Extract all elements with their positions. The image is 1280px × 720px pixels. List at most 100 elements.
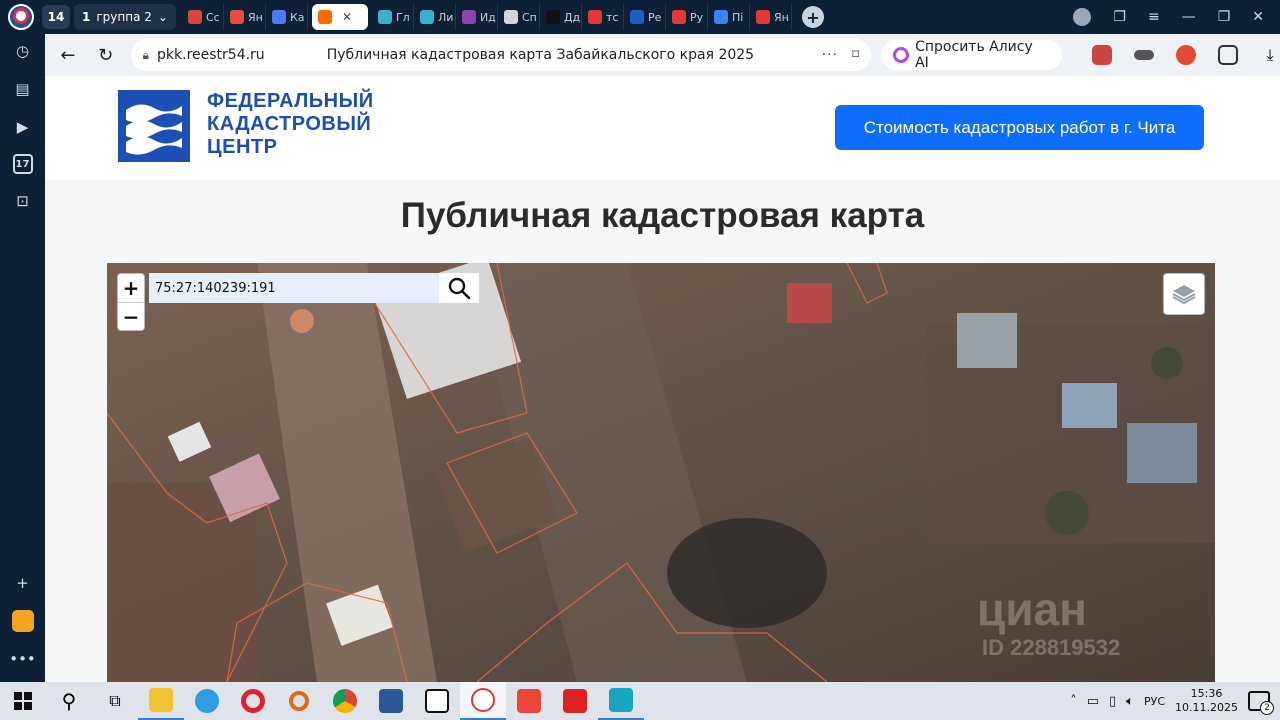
7zip-button[interactable] [414,682,460,720]
page-title-in-address: Публичная кадастровая карта Забайкальско… [326,47,755,63]
edge-icon [195,689,219,713]
word-icon [379,689,403,713]
browser-tab[interactable]: Ян [224,4,266,30]
chrome-button[interactable] [322,682,368,720]
tab-group-label: группа 2 [96,10,152,24]
ask-alice-label: Спросить Алису AI [915,39,1033,71]
calendar-icon[interactable]: 17 [12,154,33,174]
tab-group-number: 1 [82,10,91,24]
more-icon[interactable]: ••• [9,648,36,670]
window-controls: ❐ ≡ — ❐ ✕ [1073,8,1280,26]
minimize-icon[interactable]: — [1182,9,1196,25]
logo-line: КАДАСТРОВЫЙ [207,113,372,135]
paint-app-button[interactable] [598,682,644,720]
browser-tab[interactable]: Ру [666,4,708,30]
network-icon[interactable]: ▭ [1087,694,1099,709]
language-indicator[interactable]: РУС [1144,695,1165,708]
battery-icon[interactable]: ▯ [1109,694,1116,709]
address-bar: ← ↻ 🔒︎ pkk.reestr54.ru Публичная кадастр… [45,34,1280,76]
pdf-icon [563,689,587,713]
clock-date: 10.11.2025 [1175,701,1238,714]
browser-profile-icon[interactable] [8,4,34,30]
menu-icon[interactable]: ≡ [1148,9,1160,25]
windows-taskbar: ⚲ ⧉ ˄ ▭ ▯ 🔈︎ РУС 15:36 10.11.2025 2 [0,682,1280,720]
cadastral-map[interactable]: циан ID 228819532 + − [107,263,1215,682]
extension-icon[interactable] [1092,45,1112,65]
favicon-icon [187,10,202,24]
close-window-icon[interactable]: ✕ [1252,9,1264,25]
browser-tab[interactable]: ✕ [311,4,368,30]
bookmark-icon[interactable]: ⌑ [852,47,859,63]
more-icon[interactable]: ··· [822,47,838,63]
browser-tab-label: Ян [773,10,789,24]
browser-tab[interactable]: Ид [456,4,498,30]
browser-tab[interactable]: Ре [624,4,666,30]
browser-tab[interactable]: Ли [414,4,456,30]
notification-count: 2 [1260,701,1274,715]
browser-tab[interactable]: Ка [266,4,308,30]
search-button[interactable]: ⚲ [46,682,92,720]
extension-icon[interactable] [1073,8,1092,26]
screenshot-icon[interactable]: ⊡ [12,190,34,212]
opera-button[interactable] [230,682,276,720]
browser-tab-label: Сп [521,10,537,24]
acrobat-button[interactable] [552,682,598,720]
new-tab-button[interactable]: + [801,6,824,28]
mail-icon[interactable] [11,610,34,632]
back-arrow-icon[interactable]: ← [53,40,83,70]
video-icon[interactable]: ▶ [12,116,34,138]
cadastral-search [149,273,479,303]
browser-tab[interactable]: Гл [372,4,414,30]
task-view-button[interactable]: ⧉ [92,682,138,720]
yandex-browser-button[interactable] [460,682,506,720]
restore-icon[interactable]: ❐ [1218,9,1231,25]
yandex-icon [471,688,495,712]
anydesk-button[interactable] [506,682,552,720]
edge-button[interactable] [184,682,230,720]
reload-icon[interactable]: ↻ [91,40,121,70]
favicon-icon [503,10,518,24]
browser-tab-label: Ка [289,10,305,24]
zoom-in-button[interactable]: + [118,274,144,302]
cadastral-cost-button[interactable]: Стоимость кадастровых работ в г. Чита [835,105,1204,150]
favicon-icon [271,10,286,24]
browser-tab[interactable]: Сп [498,4,540,30]
chevron-up-icon[interactable]: ˄ [1070,694,1077,709]
tab-group[interactable]: 1 группа 2 ⌄ [74,4,176,30]
browser-tab-label: тс [605,10,619,24]
extension-icon[interactable] [1176,45,1196,65]
word-button[interactable] [368,682,414,720]
url-field[interactable]: 🔒︎ pkk.reestr54.ru Публичная кадастровая… [130,39,872,71]
close-tab-icon[interactable]: ✕ [342,10,352,24]
folder-icon [149,688,173,712]
satellite-imagery: циан ID 228819532 [107,263,1215,682]
collections-icon[interactable]: ▤ [12,78,34,100]
add-panel-icon[interactable]: + [12,572,34,594]
history-icon[interactable]: ◷ [12,40,34,62]
zoom-out-button[interactable]: − [118,302,144,330]
browser-tab[interactable]: Пі [708,4,750,30]
tab-count-badge[interactable]: 14 [42,5,70,29]
browser-tab[interactable]: тс [582,4,624,30]
cadastral-number-input[interactable] [149,273,439,303]
notification-icon[interactable]: 2 [1248,691,1274,715]
file-explorer-button[interactable] [138,682,184,720]
search-button[interactable] [439,273,479,303]
7zip-icon [425,689,449,713]
favicon-icon [713,10,728,24]
browser-tab[interactable]: Сс [182,4,224,30]
sidebar-toggle-icon[interactable] [1218,45,1238,65]
clock[interactable]: 15:36 10.11.2025 [1175,687,1238,715]
browser-tab[interactable]: Дд [540,4,582,30]
download-icon[interactable]: ⤓ [1260,45,1280,65]
collections-icon[interactable]: ❐ [1113,9,1126,25]
extension-icon[interactable] [1134,50,1154,60]
browser-tab[interactable]: Ян [750,4,792,30]
search-app-button[interactable] [276,682,322,720]
ask-alice-button[interactable]: Спросить Алису AI [881,39,1062,71]
layers-button[interactable] [1163,273,1205,315]
start-button[interactable] [0,682,46,720]
favicon-icon [629,10,644,24]
magnifier-app-icon [289,691,309,711]
volume-icon[interactable]: 🔈︎ [1126,694,1134,709]
